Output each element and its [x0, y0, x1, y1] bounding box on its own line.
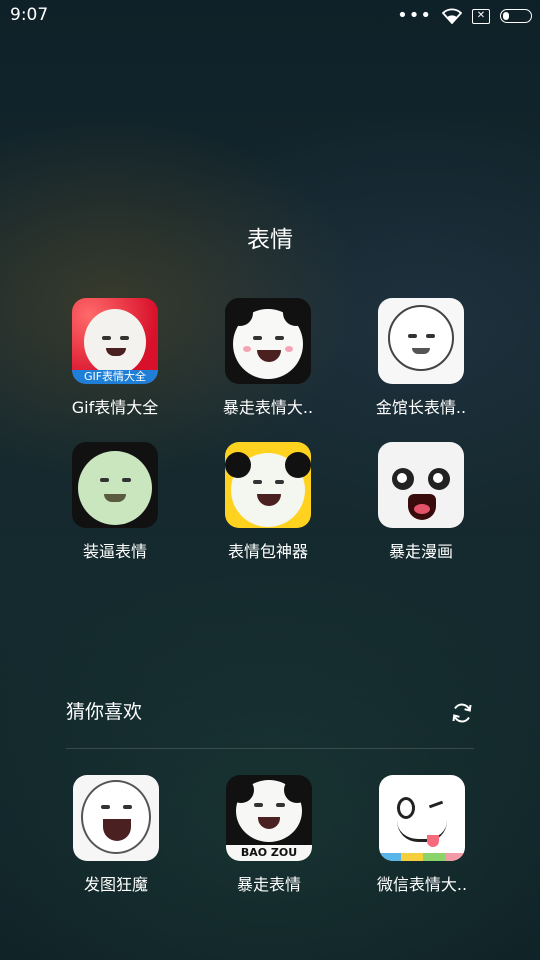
- app-label: 暴走表情: [236, 875, 301, 894]
- battery-icon: [500, 9, 532, 23]
- app-baozou-emoji[interactable]: BAO ZOU 暴走表情: [199, 775, 339, 895]
- section-divider: [66, 748, 474, 749]
- folder-title: 表情: [247, 227, 293, 253]
- app-gif-meme[interactable]: GIF表情大全 Gif表情大全: [45, 298, 185, 418]
- baozou-emoji-app-icon: BAO ZOU: [226, 775, 312, 861]
- meme-maker-app-icon: [225, 442, 311, 528]
- app-meme-maker[interactable]: 表情包神器: [198, 442, 338, 562]
- wifi-icon: [442, 8, 462, 24]
- app-fatu-kuangmo[interactable]: 发图狂魔: [46, 775, 186, 895]
- gif-meme-app-icon: GIF表情大全: [72, 298, 158, 384]
- more-dots-icon: •••: [397, 5, 432, 26]
- baozou-emoji-icon-text: BAO ZOU: [226, 845, 312, 861]
- jinguanzhang-meme-app-icon: [378, 298, 464, 384]
- app-label: Gif表情大全: [71, 398, 159, 417]
- refresh-icon[interactable]: [451, 702, 473, 724]
- app-label: 暴走表情大..: [222, 398, 314, 417]
- gif-meme-icon-text: GIF表情大全: [72, 370, 158, 384]
- zhuangbi-meme-app-icon: [72, 442, 158, 528]
- status-time: 9:07: [10, 5, 49, 25]
- app-label: 微信表情大..: [376, 875, 468, 894]
- status-icons: ••• ✕: [397, 6, 532, 26]
- app-label: 表情包神器: [227, 542, 308, 561]
- baozou-comic-app-icon: [378, 442, 464, 528]
- app-label: 暴走漫画: [388, 542, 453, 561]
- app-jinguanzhang-meme[interactable]: 金馆长表情..: [351, 298, 491, 418]
- app-baozou-meme[interactable]: 暴走表情大..: [198, 298, 338, 418]
- wechat-meme-app-icon: [379, 775, 465, 861]
- app-label: 金馆长表情..: [375, 398, 467, 417]
- app-wechat-meme[interactable]: 微信表情大..: [352, 775, 492, 895]
- app-label: 发图狂魔: [83, 875, 148, 894]
- baozou-meme-app-icon: [225, 298, 311, 384]
- app-zhuangbi-meme[interactable]: 装逼表情: [45, 442, 185, 562]
- fatu-kuangmo-app-icon: [73, 775, 159, 861]
- status-bar: 9:07 ••• ✕: [0, 0, 540, 32]
- no-sim-icon: ✕: [472, 8, 490, 24]
- app-baozou-comic[interactable]: 暴走漫画: [351, 442, 491, 562]
- app-label: 装逼表情: [82, 542, 147, 561]
- section-title-recommend: 猜你喜欢: [66, 701, 143, 723]
